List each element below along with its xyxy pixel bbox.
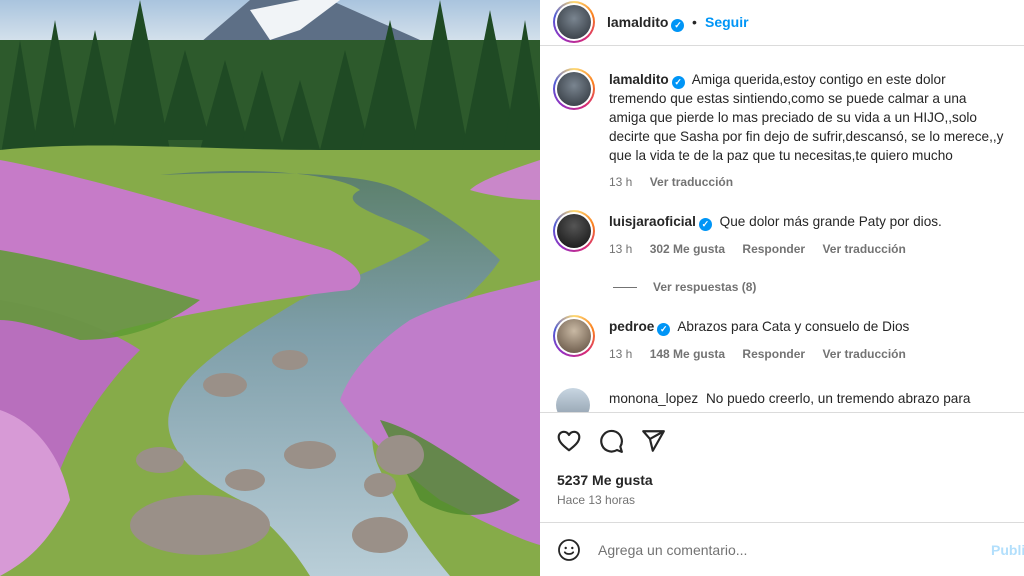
verified-badge-icon: ✓: [657, 323, 671, 336]
commenter-avatar[interactable]: [553, 210, 595, 252]
follow-button[interactable]: Seguir: [705, 14, 749, 30]
author-avatar[interactable]: [553, 1, 595, 43]
share-icon[interactable]: [640, 428, 666, 454]
comment-username[interactable]: pedroe ✓: [609, 319, 671, 336]
comment-icon[interactable]: [598, 428, 624, 454]
comment-meta: 13 h 148 Me gusta Responder Ver traducci…: [609, 347, 920, 361]
post-panel: lamaldito ✓ • Seguir lamaldito ✓ Amiga que…: [540, 0, 1024, 576]
reply-button[interactable]: Responder: [742, 242, 805, 256]
header-divider: [540, 45, 1024, 46]
comment-text: monona_lopez No puedo creerlo, un tremen…: [609, 391, 971, 406]
comment-text: lamaldito ✓ Amiga querida,estoy contigo e…: [609, 72, 1004, 163]
publish-button[interactable]: Publicar: [991, 542, 1024, 558]
comment-time: 13 h: [609, 242, 633, 256]
comment-username[interactable]: lamaldito ✓: [609, 72, 685, 89]
comment-username[interactable]: monona_lopez: [609, 391, 698, 406]
verified-badge-icon: ✓: [671, 19, 685, 32]
comments-list[interactable]: lamaldito ✓ Amiga querida,estoy contigo e…: [540, 52, 1024, 412]
comment-time: 13 h: [609, 175, 633, 189]
translate-link[interactable]: Ver traducción: [650, 175, 733, 189]
view-replies-button[interactable]: Ver respuestas (8): [613, 280, 756, 294]
heart-icon[interactable]: [556, 428, 582, 454]
author-username[interactable]: lamaldito ✓: [607, 14, 685, 32]
translate-link[interactable]: Ver traducción: [822, 242, 905, 256]
comment-input[interactable]: Agrega un comentario...: [598, 542, 747, 558]
comment-time: 13 h: [609, 347, 633, 361]
replies-line: [613, 287, 637, 289]
add-comment-bar: Agrega un comentario... Publicar: [540, 522, 1024, 576]
post-image[interactable]: [0, 0, 540, 576]
verified-badge-icon: ✓: [671, 76, 685, 89]
comment-text: pedroe ✓ Abrazos para Cata y consuelo de …: [609, 319, 910, 336]
comment-meta: 13 h 302 Me gusta Responder Ver traducci…: [609, 242, 920, 256]
comment-username[interactable]: luisjaraoficial ✓: [609, 214, 712, 231]
landscape-illustration: [0, 0, 540, 576]
likes-count[interactable]: 5237 Me gusta: [557, 472, 653, 488]
commenter-avatar[interactable]: [553, 315, 595, 357]
commenter-avatar[interactable]: [556, 388, 590, 412]
comment-text: luisjaraoficial ✓ Que dolor más grande Pa…: [609, 214, 942, 231]
comment-likes[interactable]: 302 Me gusta: [650, 242, 725, 256]
comment-meta: 13 h Ver traducción: [609, 175, 747, 189]
actions-divider: [540, 412, 1024, 413]
reply-button[interactable]: Responder: [742, 347, 805, 361]
separator-dot: •: [692, 14, 697, 30]
comment-likes[interactable]: 148 Me gusta: [650, 347, 725, 361]
translate-link[interactable]: Ver traducción: [822, 347, 905, 361]
post-actions: [556, 428, 676, 454]
emoji-icon[interactable]: [557, 538, 581, 562]
verified-badge-icon: ✓: [698, 218, 712, 231]
commenter-avatar[interactable]: [553, 68, 595, 110]
post-header: lamaldito ✓ • Seguir: [540, 0, 1024, 44]
post-time[interactable]: Hace 13 horas: [557, 493, 635, 507]
